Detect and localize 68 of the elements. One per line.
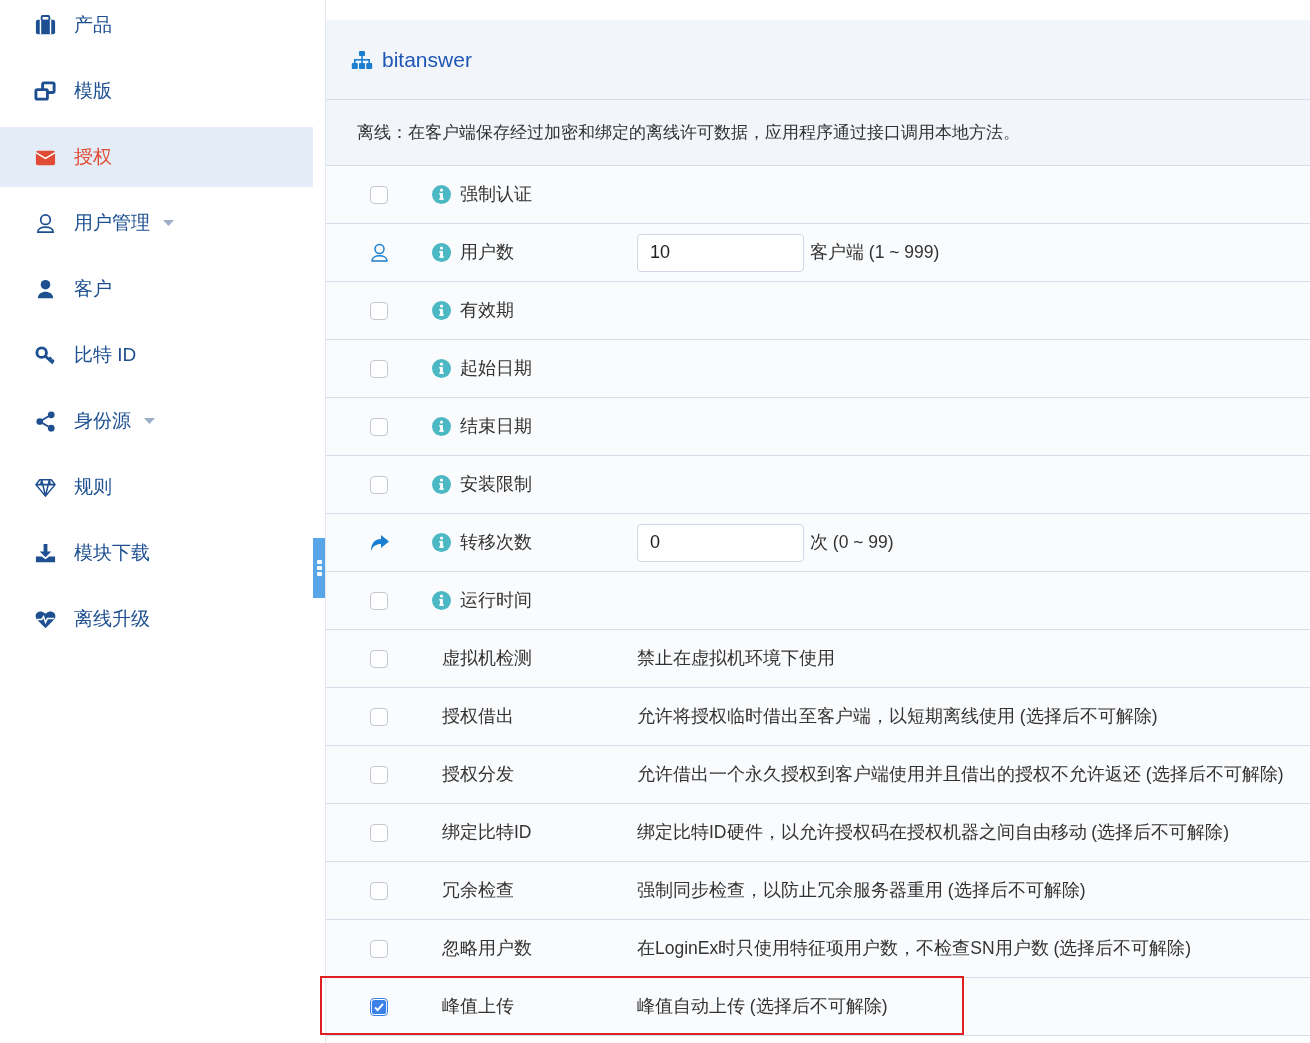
sidebar-item[interactable]: 产品: [0, 0, 313, 55]
sidebar-item[interactable]: 用户管理: [0, 193, 313, 253]
info-icon: [432, 359, 451, 378]
option-label: 绑定比特ID: [442, 821, 532, 845]
sidebar-item[interactable]: 身份源: [0, 391, 313, 451]
option-description: 绑定比特ID硬件，以允许授权码在授权机器之间自由移动 (选择后不可解除): [637, 821, 1230, 845]
sidebar-item[interactable]: 离线升级: [0, 589, 313, 649]
checkbox[interactable]: [370, 707, 388, 726]
option-label: 忽略用户数: [442, 937, 532, 961]
info-icon: [432, 243, 451, 262]
option-label: 安装限制: [460, 473, 532, 497]
checkbox[interactable]: [370, 649, 388, 668]
checkbox[interactable]: [370, 185, 388, 204]
option-description: 禁止在虚拟机环境下使用: [637, 647, 835, 671]
option-description: 强制同步检查，以防止冗余服务器重用 (选择后不可解除): [637, 879, 1086, 903]
info-icon: [432, 591, 451, 610]
splitter-handle[interactable]: [313, 538, 325, 598]
info-icon: [432, 417, 451, 436]
info-icon: [432, 301, 451, 320]
checkbox[interactable]: [370, 591, 388, 610]
info-icon: [432, 475, 451, 494]
checkbox[interactable]: [370, 417, 388, 436]
option-label: 用户数: [460, 241, 514, 265]
checkbox[interactable]: [370, 359, 388, 378]
checkbox[interactable]: [370, 475, 388, 494]
option-label: 转移次数: [460, 531, 532, 555]
option-description: 允许将授权临时借出至客户端，以短期离线使用 (选择后不可解除): [637, 705, 1158, 729]
option-label: 授权借出: [442, 705, 514, 729]
option-label: 授权分发: [442, 763, 514, 787]
description-text: 离线：在客户端保存经过加密和绑定的离线许可数据，应用程序通过接口调用本地方法。: [357, 121, 1020, 144]
share-icon: [34, 409, 57, 433]
panel-title: bitanswer: [382, 46, 472, 73]
windows-icon: [34, 79, 57, 103]
unit-label: 次 (0 ~ 99): [810, 531, 894, 555]
key-icon: [34, 343, 57, 367]
number-field[interactable]: 0: [637, 523, 804, 562]
briefcase-icon: [34, 13, 57, 37]
checkbox[interactable]: [370, 823, 388, 842]
sidebar-item[interactable]: 模块下载: [0, 523, 313, 583]
option-label: 起始日期: [460, 357, 532, 381]
option-description: 在LoginEx时只使用特征项用户数，不检查SN用户数 (选择后不可解除): [637, 937, 1192, 961]
number-field[interactable]: 10: [637, 233, 804, 272]
unit-label: 客户端 (1 ~ 999): [810, 241, 940, 265]
download-icon: [34, 541, 57, 565]
info-icon: [432, 185, 451, 204]
option-label: 运行时间: [460, 589, 532, 613]
checkbox[interactable]: [370, 301, 388, 320]
option-label: 有效期: [460, 299, 514, 323]
option-description: 允许借出一个永久授权到客户端使用并且借出的授权不允许返还 (选择后不可解除): [637, 763, 1284, 787]
sidebar-item[interactable]: 客户: [0, 259, 313, 319]
user-icon: [370, 243, 388, 262]
option-label: 峰值上传: [442, 995, 514, 1019]
option-label: 结束日期: [460, 415, 532, 439]
user-icon: [34, 211, 57, 235]
checkbox[interactable]: [370, 765, 388, 784]
checkbox[interactable]: [370, 939, 388, 958]
option-description: 峰值自动上传 (选择后不可解除): [637, 995, 888, 1019]
share-arrow-icon: [369, 534, 389, 551]
info-icon: [432, 533, 451, 552]
sidebar-item[interactable]: 规则: [0, 457, 313, 517]
sidebar-item[interactable]: 比特 ID: [0, 325, 313, 385]
sidebar-item[interactable]: 模版: [0, 61, 313, 121]
checkbox[interactable]: [370, 881, 388, 900]
option-label: 虚拟机检测: [442, 647, 532, 671]
checkbox[interactable]: [370, 997, 388, 1016]
option-label: 冗余检查: [442, 879, 514, 903]
sitemap-icon: [351, 50, 373, 69]
option-label: 强制认证: [460, 183, 532, 207]
